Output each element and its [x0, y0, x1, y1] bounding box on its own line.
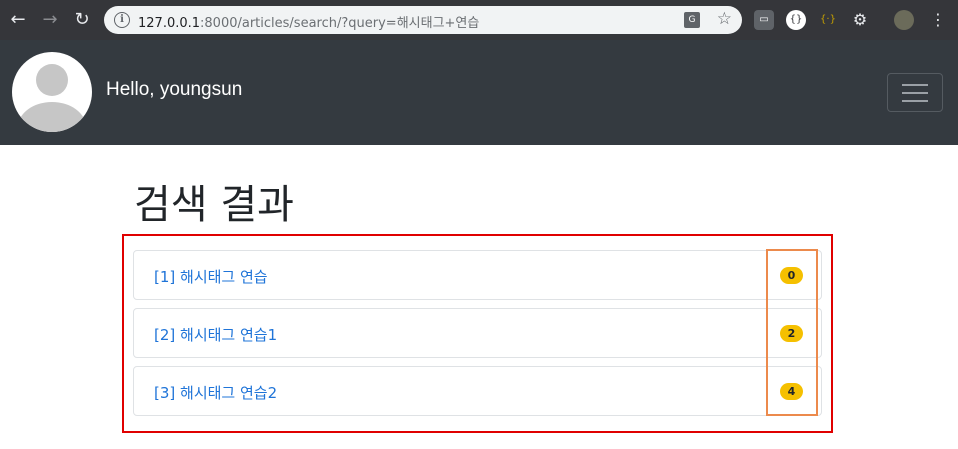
back-icon[interactable]: ←: [6, 8, 30, 32]
url-host: 127.0.0.1: [138, 16, 201, 31]
address-bar[interactable]: i 127.0.0.1:8000/articles/search/?query=…: [104, 6, 742, 34]
reload-icon[interactable]: ↻: [70, 8, 94, 32]
site-navbar: Hello, youngsun: [0, 40, 958, 145]
extension-braces-icon[interactable]: {·}: [818, 10, 838, 30]
result-list-item[interactable]: [3] 해시태그 연습2 4: [133, 366, 822, 416]
result-link[interactable]: [3] 해시태그 연습2: [154, 382, 277, 403]
result-link[interactable]: [2] 해시태그 연습1: [154, 324, 277, 345]
result-list-item[interactable]: [1] 해시태그 연습 0: [133, 250, 822, 300]
badge-highlight-box: [766, 249, 818, 416]
hamburger-icon: [902, 92, 928, 94]
address-url[interactable]: 127.0.0.1:8000/articles/search/?query=해시…: [138, 12, 479, 31]
avatar-shoulders: [18, 102, 86, 132]
translate-icon[interactable]: G: [684, 12, 700, 28]
browser-toolbar: ← → ↻ i 127.0.0.1:8000/articles/search/?…: [0, 0, 958, 40]
gear-icon[interactable]: ⚙: [850, 10, 870, 30]
menu-kebab-icon[interactable]: ⋮: [928, 10, 948, 30]
forward-icon[interactable]: →: [38, 8, 62, 32]
site-info-icon[interactable]: i: [114, 12, 130, 28]
hamburger-icon: [902, 100, 928, 102]
avatar-head: [36, 64, 68, 96]
user-avatar: [12, 52, 92, 132]
page-title: 검색 결과: [134, 182, 294, 228]
extension-cast-icon[interactable]: ▭: [754, 10, 774, 30]
navbar-toggler-button[interactable]: [887, 73, 943, 112]
bookmark-star-icon[interactable]: ☆: [717, 9, 732, 29]
profile-avatar-icon[interactable]: [894, 10, 914, 30]
user-greeting: Hello, youngsun: [106, 79, 243, 100]
result-list-item[interactable]: [2] 해시태그 연습1 2: [133, 308, 822, 358]
url-path: :8000/articles/search/?query=해시태그+연습: [200, 16, 480, 31]
extension-json-icon[interactable]: {}: [786, 10, 806, 30]
result-link[interactable]: [1] 해시태그 연습: [154, 266, 268, 287]
hamburger-icon: [902, 84, 928, 86]
